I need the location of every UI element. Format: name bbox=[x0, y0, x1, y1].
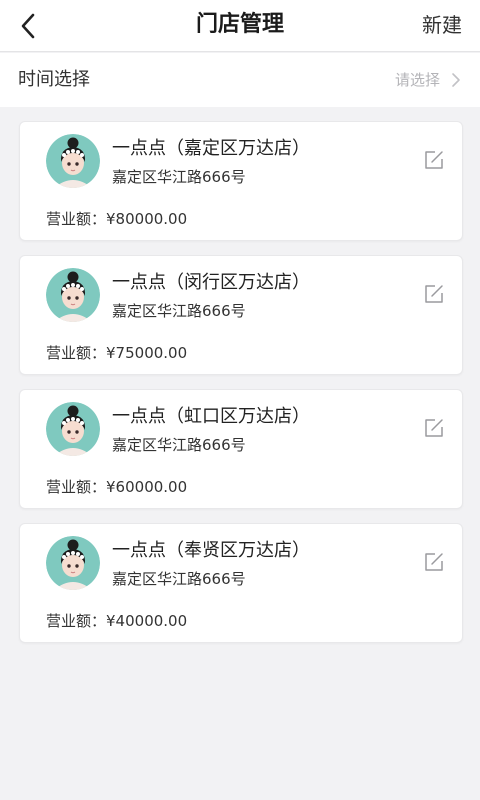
revenue-label: 营业额： bbox=[46, 612, 107, 630]
revenue-label: 营业额： bbox=[46, 344, 107, 362]
store-card[interactable]: 一点点（闵行区万达店） 嘉定区华江路666号 营业额：¥75000.00 bbox=[19, 255, 463, 375]
time-filter-placeholder: 请选择 bbox=[394, 71, 440, 89]
revenue-value: ¥75000.00 bbox=[106, 344, 188, 362]
store-card[interactable]: 一点点（奉贤区万达店） 嘉定区华江路666号 营业额：¥40000.00 bbox=[19, 523, 463, 643]
store-card[interactable]: 一点点（虹口区万达店） 嘉定区华江路666号 营业额：¥60000.00 bbox=[19, 389, 463, 509]
revenue-value: ¥40000.00 bbox=[106, 612, 188, 630]
store-address: 嘉定区华江路666号 bbox=[112, 168, 246, 186]
edit-icon[interactable] bbox=[422, 282, 446, 306]
store-name: 一点点（嘉定区万达店） bbox=[112, 138, 310, 159]
revenue-value: ¥80000.00 bbox=[106, 210, 188, 228]
revenue-row: 营业额：¥75000.00 bbox=[46, 342, 187, 363]
time-filter-row[interactable]: 时间选择 请选择 bbox=[0, 53, 480, 107]
revenue-label: 营业额： bbox=[46, 210, 107, 228]
avatar bbox=[46, 536, 100, 590]
chevron-left-icon bbox=[21, 13, 35, 39]
new-store-button[interactable]: 新建 bbox=[422, 0, 462, 52]
avatar bbox=[46, 134, 100, 188]
avatar bbox=[46, 268, 100, 322]
store-card[interactable]: 一点点（嘉定区万达店） 嘉定区华江路666号 营业额：¥80000.00 bbox=[19, 121, 463, 241]
page-title: 门店管理 bbox=[195, 12, 284, 37]
top-nav-bar: 门店管理 新建 bbox=[0, 0, 480, 52]
edit-icon[interactable] bbox=[422, 550, 446, 574]
store-address: 嘉定区华江路666号 bbox=[112, 570, 246, 588]
store-address: 嘉定区华江路666号 bbox=[112, 302, 246, 320]
time-filter-label: 时间选择 bbox=[18, 69, 90, 90]
store-name: 一点点（闵行区万达店） bbox=[112, 272, 310, 293]
revenue-row: 营业额：¥40000.00 bbox=[46, 610, 187, 631]
edit-icon[interactable] bbox=[422, 416, 446, 440]
store-name: 一点点（虹口区万达店） bbox=[112, 406, 310, 427]
edit-icon[interactable] bbox=[422, 148, 446, 172]
revenue-label: 营业额： bbox=[46, 478, 107, 496]
revenue-value: ¥60000.00 bbox=[106, 478, 188, 496]
avatar bbox=[46, 402, 100, 456]
back-button[interactable] bbox=[10, 6, 46, 46]
revenue-row: 营业额：¥80000.00 bbox=[46, 208, 187, 229]
chevron-right-icon bbox=[452, 73, 460, 87]
revenue-row: 营业额：¥60000.00 bbox=[46, 476, 187, 497]
store-address: 嘉定区华江路666号 bbox=[112, 436, 246, 454]
store-name: 一点点（奉贤区万达店） bbox=[112, 540, 310, 561]
store-list: 一点点（嘉定区万达店） 嘉定区华江路666号 营业额：¥80000.00 一点点… bbox=[19, 121, 463, 657]
